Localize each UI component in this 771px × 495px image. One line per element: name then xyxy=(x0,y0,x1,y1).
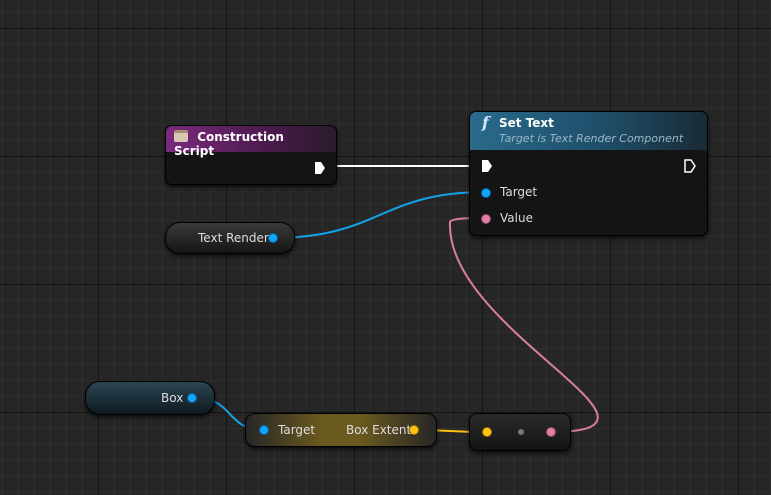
conversion-output-pin[interactable] xyxy=(546,427,556,437)
construction-script-title: Construction Script xyxy=(174,130,284,158)
value-input-pin[interactable] xyxy=(481,214,491,224)
conversion-dot-icon xyxy=(518,429,524,435)
target-input-pin[interactable] xyxy=(481,188,491,198)
target-wire xyxy=(271,191,487,239)
text-render-label: Text Render xyxy=(198,231,269,245)
set-text-subtitle: Target is Text Render Component xyxy=(499,132,684,145)
box-variable-node[interactable]: Box xyxy=(85,381,215,415)
box-extent-target-pin[interactable] xyxy=(259,425,269,435)
function-icon: f xyxy=(482,113,489,132)
set-text-node[interactable]: f Set Text Target is Text Render Compone… xyxy=(469,111,708,236)
box-extent-output-pin[interactable] xyxy=(409,425,419,435)
text-render-output-pin[interactable] xyxy=(268,233,278,243)
construction-script-header: Construction Script xyxy=(166,126,336,158)
box-extent-node[interactable]: Target Box Extent xyxy=(245,413,437,447)
box-extent-output-label: Box Extent xyxy=(346,423,412,437)
box-extent-target-label: Target xyxy=(278,423,316,437)
vector-to-text-conversion-node[interactable] xyxy=(469,413,571,451)
text-render-variable-node[interactable]: Text Render xyxy=(165,222,295,254)
target-pin-label: Target xyxy=(500,185,538,199)
conversion-input-pin[interactable] xyxy=(482,427,492,437)
set-text-title: Set Text xyxy=(499,116,554,130)
set-text-header: f Set Text Target is Text Render Compone… xyxy=(470,112,707,150)
box-label: Box xyxy=(161,391,184,405)
box-output-pin[interactable] xyxy=(187,393,197,403)
value-wire xyxy=(448,217,599,433)
construction-script-node[interactable]: Construction Script xyxy=(165,125,337,185)
construction-script-icon xyxy=(174,130,188,142)
value-pin-label: Value xyxy=(500,211,533,225)
